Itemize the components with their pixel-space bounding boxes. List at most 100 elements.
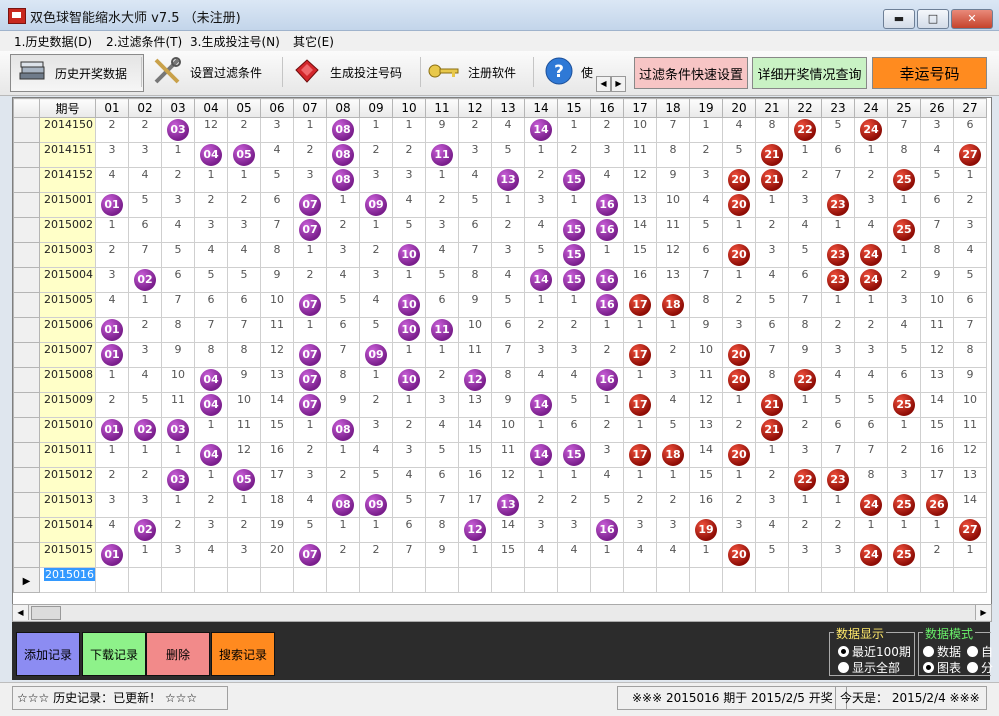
grid-cell[interactable]: 20 bbox=[723, 168, 756, 193]
grid-cell[interactable]: 2 bbox=[558, 318, 591, 343]
grid-cell[interactable]: 2 bbox=[591, 343, 624, 368]
grid-cell[interactable]: 2 bbox=[888, 268, 921, 293]
period-cell[interactable]: 2015014 bbox=[40, 518, 96, 543]
header-number-08[interactable]: 08 bbox=[327, 99, 360, 118]
header-number-11[interactable]: 11 bbox=[426, 99, 459, 118]
grid-cell[interactable]: 1 bbox=[789, 393, 822, 418]
grid-cell[interactable]: 1 bbox=[855, 293, 888, 318]
grid-cell[interactable]: 04 bbox=[195, 143, 228, 168]
header-number-16[interactable]: 16 bbox=[591, 99, 624, 118]
grid-cell[interactable]: 1 bbox=[426, 343, 459, 368]
grid-cell[interactable]: 10 bbox=[921, 293, 954, 318]
grid-cell[interactable]: 07 bbox=[294, 218, 327, 243]
grid-cell[interactable]: 01 bbox=[96, 343, 129, 368]
grid-cell[interactable]: 3 bbox=[228, 543, 261, 568]
header-number-19[interactable]: 19 bbox=[690, 99, 723, 118]
grid-cell[interactable]: 01 bbox=[96, 318, 129, 343]
grid-cell[interactable]: 01 bbox=[96, 543, 129, 568]
row-selector[interactable] bbox=[14, 118, 40, 143]
grid-cell[interactable]: 14 bbox=[261, 393, 294, 418]
row-selector[interactable] bbox=[14, 143, 40, 168]
grid-cell[interactable]: 07 bbox=[294, 343, 327, 368]
table-row[interactable]: 2015014402232195116812143316331934221112… bbox=[14, 518, 987, 543]
grid-cell[interactable]: 1 bbox=[888, 243, 921, 268]
grid-cell[interactable]: 6 bbox=[195, 293, 228, 318]
grid-cell[interactable]: 1 bbox=[558, 468, 591, 493]
grid-cell[interactable]: 11 bbox=[624, 143, 657, 168]
table-row[interactable]: 2014150220312231081192414121071482252473… bbox=[14, 118, 987, 143]
grid-cell[interactable]: 1 bbox=[426, 168, 459, 193]
row-selector[interactable] bbox=[14, 368, 40, 393]
grid-cell[interactable]: 2 bbox=[162, 168, 195, 193]
grid-cell[interactable]: 7 bbox=[492, 343, 525, 368]
grid-cell[interactable]: 3 bbox=[789, 193, 822, 218]
header-number-24[interactable]: 24 bbox=[855, 99, 888, 118]
grid-cell[interactable]: 3 bbox=[360, 268, 393, 293]
grid-cell[interactable]: 2 bbox=[360, 243, 393, 268]
grid-cell-empty[interactable] bbox=[393, 568, 426, 593]
grid-cell[interactable]: 5 bbox=[129, 393, 162, 418]
grid-cell[interactable]: 20 bbox=[723, 368, 756, 393]
grid-cell[interactable]: 1 bbox=[459, 543, 492, 568]
grid-cell[interactable]: 1 bbox=[360, 518, 393, 543]
grid-cell[interactable]: 17 bbox=[624, 293, 657, 318]
header-number-12[interactable]: 12 bbox=[459, 99, 492, 118]
add-record-button[interactable]: 添加记录 bbox=[16, 632, 80, 676]
grid-cell[interactable]: 11 bbox=[261, 318, 294, 343]
grid-cell[interactable]: 01 bbox=[96, 418, 129, 443]
grid-cell[interactable]: 07 bbox=[294, 193, 327, 218]
grid-cell-empty[interactable] bbox=[360, 568, 393, 593]
header-number-14[interactable]: 14 bbox=[525, 99, 558, 118]
grid-cell[interactable]: 1 bbox=[129, 293, 162, 318]
grid-cell[interactable]: 3 bbox=[426, 218, 459, 243]
grid-cell[interactable]: 5 bbox=[360, 318, 393, 343]
table-row[interactable]: 2015002164337072153624151614115124142573 bbox=[14, 218, 987, 243]
grid-cell[interactable]: 3 bbox=[96, 493, 129, 518]
grid-cell[interactable]: 1 bbox=[789, 493, 822, 518]
detail-query-button[interactable]: 详细开奖情况查询 bbox=[752, 57, 867, 89]
grid-cell[interactable]: 1 bbox=[723, 393, 756, 418]
grid-cell[interactable]: 4 bbox=[558, 543, 591, 568]
grid-cell[interactable]: 2 bbox=[657, 343, 690, 368]
grid-cell[interactable]: 5 bbox=[855, 393, 888, 418]
header-number-04[interactable]: 04 bbox=[195, 99, 228, 118]
grid-cell[interactable]: 13 bbox=[492, 493, 525, 518]
grid-cell[interactable]: 7 bbox=[129, 243, 162, 268]
grid-cell[interactable]: 23 bbox=[822, 268, 855, 293]
grid-cell[interactable]: 2 bbox=[327, 543, 360, 568]
grid-cell[interactable]: 6 bbox=[888, 368, 921, 393]
grid-cell[interactable]: 22 bbox=[789, 118, 822, 143]
grid-cell[interactable]: 4 bbox=[96, 518, 129, 543]
grid-cell-empty[interactable] bbox=[591, 568, 624, 593]
grid-cell[interactable]: 5 bbox=[921, 168, 954, 193]
grid-cell[interactable]: 3 bbox=[162, 543, 195, 568]
grid-cell[interactable]: 18 bbox=[261, 493, 294, 518]
scroll-left-icon[interactable]: ◀ bbox=[13, 605, 29, 620]
grid-cell[interactable]: 08 bbox=[327, 143, 360, 168]
grid-cell[interactable]: 1 bbox=[657, 318, 690, 343]
grid-cell[interactable]: 10 bbox=[393, 318, 426, 343]
grid-cell[interactable]: 14 bbox=[525, 118, 558, 143]
grid-cell-empty[interactable] bbox=[954, 568, 987, 593]
grid-cell[interactable]: 1 bbox=[96, 368, 129, 393]
grid-cell-empty[interactable] bbox=[327, 568, 360, 593]
grid-cell[interactable]: 2 bbox=[393, 418, 426, 443]
grid-cell[interactable]: 9 bbox=[261, 268, 294, 293]
grid-cell[interactable]: 3 bbox=[822, 543, 855, 568]
grid-cell[interactable]: 2 bbox=[855, 168, 888, 193]
grid-cell[interactable]: 21 bbox=[756, 418, 789, 443]
grid-cell[interactable]: 27 bbox=[954, 518, 987, 543]
table-row[interactable]: 2015009251104101407921313914511741212115… bbox=[14, 393, 987, 418]
grid-cell[interactable]: 24 bbox=[855, 543, 888, 568]
grid-cell[interactable]: 1 bbox=[822, 293, 855, 318]
grid-cell[interactable]: 7 bbox=[888, 118, 921, 143]
grid-cell[interactable]: 3 bbox=[855, 343, 888, 368]
grid-cell[interactable]: 6 bbox=[822, 418, 855, 443]
grid-cell[interactable]: 3 bbox=[657, 368, 690, 393]
grid-cell[interactable]: 03 bbox=[162, 418, 195, 443]
generate-numbers-button[interactable]: 生成投注号码 bbox=[292, 54, 416, 90]
grid-cell[interactable]: 5 bbox=[327, 293, 360, 318]
grid-cell[interactable]: 4 bbox=[558, 368, 591, 393]
grid-cell[interactable]: 10 bbox=[657, 193, 690, 218]
grid-cell[interactable]: 5 bbox=[162, 243, 195, 268]
